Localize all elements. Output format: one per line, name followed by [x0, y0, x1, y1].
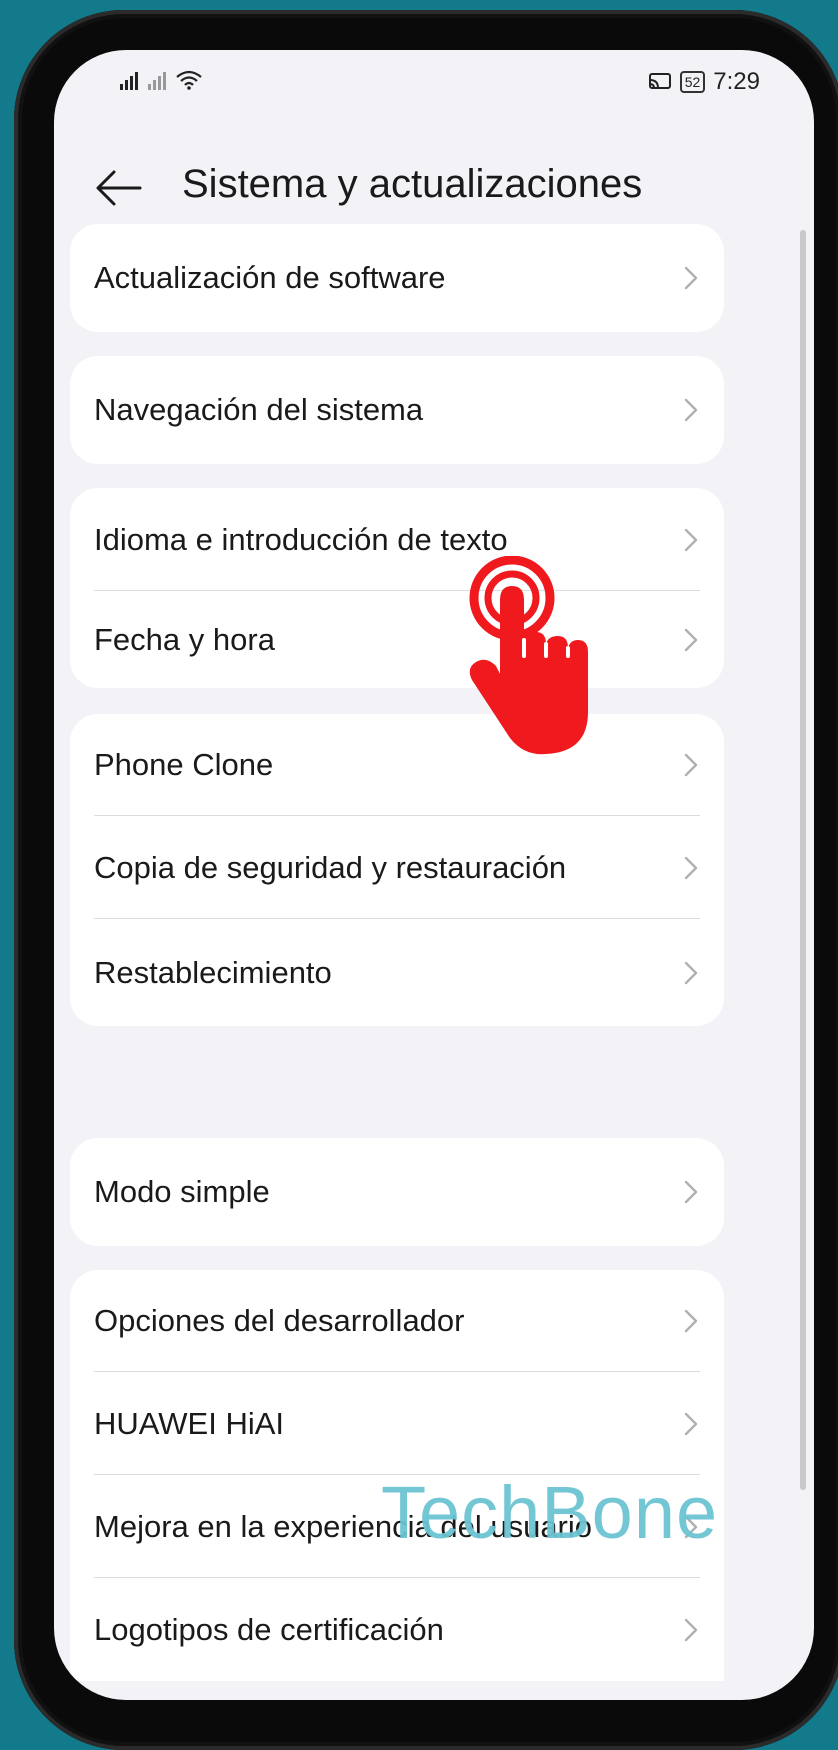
- list-item-label: Opciones del desarrollador: [94, 1303, 465, 1338]
- watermark-logo: TechBone: [381, 1471, 719, 1554]
- chevron-right-icon: [684, 856, 698, 879]
- list-item-label: HUAWEI HiAI: [94, 1405, 285, 1441]
- battery-level: 52: [684, 74, 701, 90]
- settings-group: Phone Clone Copia de seguridad y restaur…: [70, 714, 724, 1026]
- status-left: [120, 70, 202, 90]
- cast-icon: [648, 73, 671, 89]
- chevron-right-icon: [684, 628, 698, 651]
- signal-icon-secondary: [148, 72, 166, 90]
- settings-group: Navegación del sistema: [70, 356, 724, 464]
- status-right: 52 7:29: [648, 68, 760, 96]
- list-item-label: Modo simple: [94, 1174, 270, 1209]
- list-item-backup-restore[interactable]: Copia de seguridad y restauración: [70, 816, 724, 919]
- chevron-right-icon: [684, 1412, 698, 1435]
- chevron-right-icon: [684, 1180, 698, 1204]
- settings-group: Idioma e introducción de texto Fecha y h…: [70, 488, 724, 688]
- back-arrow-icon[interactable]: [94, 168, 144, 208]
- status-time: 7:29: [713, 68, 760, 95]
- list-item-phone-clone[interactable]: Phone Clone: [70, 714, 724, 816]
- list-item-label: Restablecimiento: [94, 954, 332, 990]
- chevron-right-icon: [684, 266, 698, 290]
- battery-icon: 52: [679, 71, 706, 93]
- list-item-huawei-hiai[interactable]: HUAWEI HiAI: [70, 1372, 724, 1475]
- signal-icon: [120, 72, 138, 90]
- chevron-right-icon: [684, 753, 698, 777]
- list-item-label: Fecha y hora: [94, 621, 275, 657]
- wifi-icon: [176, 70, 202, 90]
- list-item-label: Phone Clone: [94, 747, 274, 782]
- settings-group: Modo simple: [70, 1138, 724, 1246]
- chevron-right-icon: [684, 961, 698, 984]
- list-item-developer-options[interactable]: Opciones del desarrollador: [70, 1270, 724, 1372]
- status-bar: 52 7:29: [54, 50, 814, 120]
- tap-hand-icon: [469, 556, 588, 755]
- list-item-label: Copia de seguridad y restauración: [94, 849, 567, 885]
- list-item-label: Navegación del sistema: [94, 392, 424, 427]
- header: Sistema y actualizaciones: [54, 150, 814, 230]
- list-item-language[interactable]: Idioma e introducción de texto: [70, 488, 724, 591]
- chevron-right-icon: [684, 1309, 698, 1333]
- settings-group: Actualización de software: [70, 224, 724, 332]
- scrollbar[interactable]: [800, 230, 806, 1490]
- list-item-date-time[interactable]: Fecha y hora: [70, 591, 724, 688]
- list-item-label: Idioma e introducción de texto: [94, 521, 508, 557]
- chevron-right-icon: [684, 1618, 698, 1641]
- chevron-right-icon: [684, 528, 698, 551]
- list-item-simple-mode[interactable]: Modo simple: [70, 1138, 724, 1246]
- list-item-certification-logos[interactable]: Logotipos de certificación: [70, 1578, 724, 1681]
- list-item-label: Logotipos de certificación: [94, 1611, 444, 1647]
- chevron-right-icon: [684, 398, 698, 422]
- list-item-label: Actualización de software: [94, 260, 446, 295]
- list-item-software-update[interactable]: Actualización de software: [70, 224, 724, 332]
- screen: 52 7:29 Sistema y actualizaciones Actual…: [54, 50, 814, 1700]
- list-item-reset[interactable]: Restablecimiento: [70, 919, 724, 1026]
- page-title: Sistema y actualizaciones: [182, 162, 643, 206]
- list-item-system-navigation[interactable]: Navegación del sistema: [70, 356, 724, 464]
